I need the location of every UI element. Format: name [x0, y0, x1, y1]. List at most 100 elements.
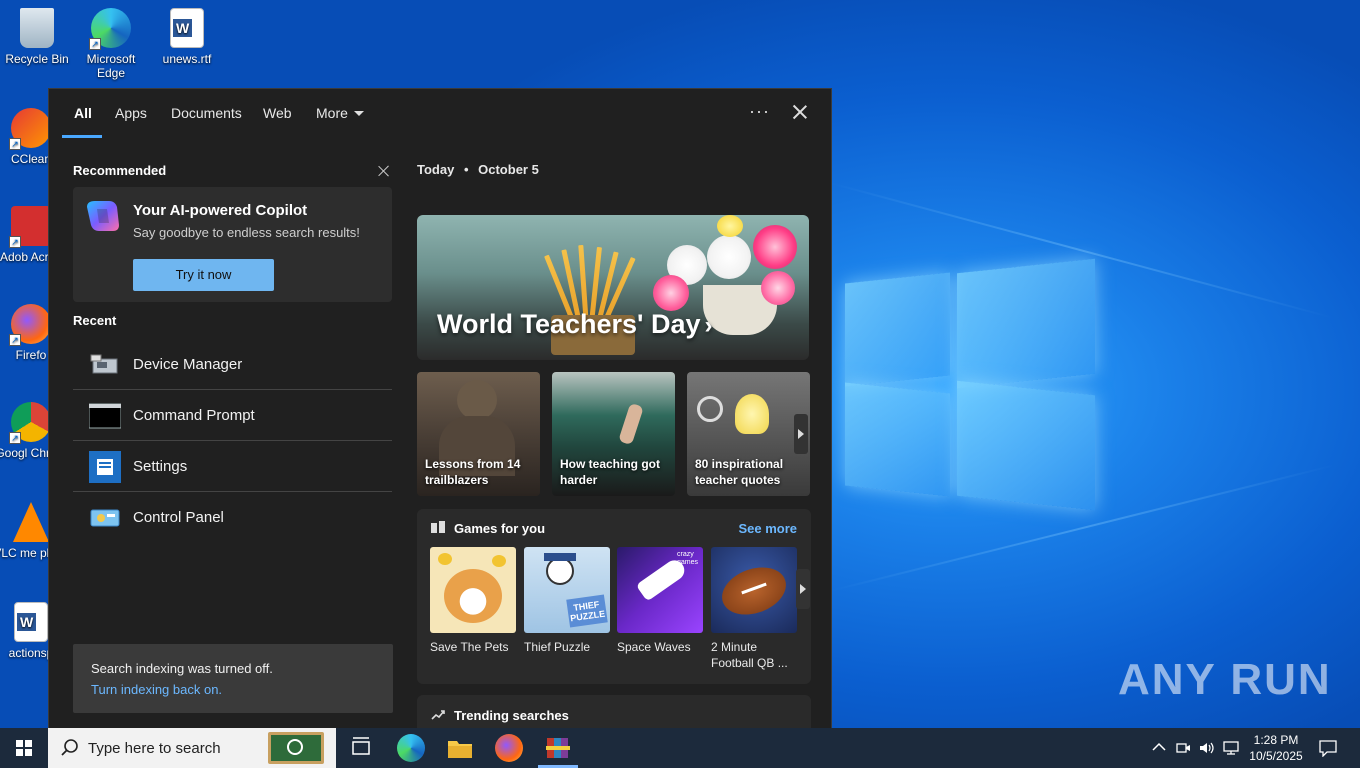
- taskbar-search-box[interactable]: Type here to search: [48, 728, 336, 768]
- cards-next-arrow-icon[interactable]: [794, 414, 808, 454]
- more-options-icon[interactable]: ···: [749, 101, 770, 122]
- recent-item-device-manager[interactable]: Device Manager: [73, 339, 392, 390]
- desktop-icon-label: Recycle Bin: [5, 52, 69, 66]
- game-name: 2 Minute Football QB ...: [711, 640, 788, 670]
- news-card-title: How teaching got harder: [560, 457, 660, 487]
- search-placeholder: Type here to search: [88, 740, 221, 757]
- see-more-link[interactable]: See more: [738, 521, 797, 536]
- recent-item-label: Device Manager: [133, 356, 243, 373]
- hero-title: World Teachers' Day ›: [437, 309, 713, 340]
- game-thumbnail: [711, 547, 797, 633]
- chevron-down-icon: [353, 111, 364, 116]
- game-tile[interactable]: 2 Minute Football QB ...: [711, 547, 797, 671]
- desktop-icon-label: CClean: [10, 152, 52, 166]
- turn-indexing-on-link[interactable]: Turn indexing back on.: [91, 682, 222, 697]
- game-tile[interactable]: crazy games Space Waves: [617, 547, 703, 655]
- network-icon[interactable]: [1222, 740, 1240, 756]
- search-tabs: All Apps Documents Web More ···: [49, 89, 831, 139]
- chalkboard-icon: [268, 732, 324, 764]
- hero-card[interactable]: World Teachers' Day ›: [417, 215, 809, 360]
- recent-item-command-prompt[interactable]: Command Prompt: [73, 390, 392, 441]
- news-cards: Lessons from 14 trailblazers How teachin…: [417, 372, 813, 496]
- game-thumbnail: crazy games: [617, 547, 703, 633]
- recent-item-label: Control Panel: [133, 509, 224, 526]
- trending-section: Trending searches: [417, 695, 811, 728]
- copilot-title: Your AI-powered Copilot: [133, 202, 308, 219]
- meet-now-icon[interactable]: [1175, 740, 1191, 756]
- dismiss-recommended-icon[interactable]: [377, 164, 391, 178]
- crazy-games-logo: crazy games: [677, 551, 699, 566]
- recent-item-settings[interactable]: Settings: [73, 441, 392, 492]
- desktop-icon-label: Microsoft Edge: [86, 52, 136, 80]
- trending-heading: Trending searches: [454, 708, 569, 723]
- edge-taskbar-icon[interactable]: [397, 734, 425, 762]
- news-card[interactable]: Lessons from 14 trailblazers: [417, 372, 540, 496]
- task-view-icon[interactable]: [347, 734, 375, 762]
- firefox-taskbar-icon[interactable]: [495, 734, 523, 762]
- desktop-icon-edge[interactable]: ↗ Microsoft Edge: [72, 8, 150, 80]
- games-next-arrow-icon[interactable]: [796, 569, 810, 609]
- desktop-icon-recycle-bin[interactable]: Recycle Bin: [0, 8, 76, 66]
- system-clock[interactable]: 1:28 PM 10/5/2025: [1244, 732, 1308, 764]
- firefox-icon: ↗: [9, 304, 51, 346]
- active-tab-indicator: [62, 135, 102, 138]
- date-separator: •: [463, 162, 469, 177]
- trending-icon: [431, 710, 445, 720]
- desktop-icon-label: actionsp: [8, 646, 54, 660]
- tab-documents[interactable]: Documents: [171, 105, 242, 121]
- tab-web[interactable]: Web: [263, 105, 292, 121]
- recent-item-label: Settings: [133, 458, 188, 475]
- windows-logo-wallpaper: [845, 258, 1095, 513]
- today-label: Today: [417, 162, 455, 177]
- device-manager-icon: [90, 354, 118, 374]
- try-it-now-button[interactable]: Try it now: [133, 259, 274, 291]
- copilot-card: Your AI-powered Copilot Say goodbye to e…: [73, 187, 392, 302]
- news-card[interactable]: How teaching got harder: [552, 372, 675, 496]
- acrobat-icon: ↗: [9, 206, 51, 248]
- control-panel-icon: [90, 509, 120, 527]
- tab-apps[interactable]: Apps: [115, 105, 147, 121]
- recommended-heading: Recommended: [73, 163, 167, 178]
- clock-date: 10/5/2025: [1249, 749, 1303, 763]
- desktop-icon-unews[interactable]: W unews.rtf: [148, 8, 226, 66]
- games-heading: Games for you: [454, 521, 546, 536]
- command-prompt-icon: [89, 403, 121, 429]
- news-card-title: Lessons from 14 trailblazers: [425, 457, 521, 487]
- tab-more[interactable]: More: [316, 105, 364, 121]
- indexing-message: Search indexing was turned off.: [91, 661, 273, 676]
- close-icon[interactable]: [791, 103, 809, 121]
- game-tile[interactable]: THIEF PUZZLE Thief Puzzle: [524, 547, 610, 655]
- chevron-up-icon[interactable]: [1152, 742, 1166, 752]
- recent-heading: Recent: [73, 313, 117, 328]
- anyrun-watermark: ANY RUN: [1118, 655, 1332, 704]
- game-name: Save The Pets: [430, 640, 509, 654]
- start-button-windows-icon[interactable]: [0, 728, 48, 768]
- indexing-notice: Search indexing was turned off. Turn ind…: [73, 644, 393, 713]
- tab-all[interactable]: All: [74, 105, 92, 121]
- date-label: October 5: [478, 162, 539, 177]
- hero-title-text: World Teachers' Day: [437, 309, 701, 339]
- word-document-icon: W: [170, 8, 204, 48]
- search-panel: All Apps Documents Web More ··· Recommen…: [48, 88, 832, 728]
- game-thumbnail: [430, 547, 516, 633]
- game-tile[interactable]: Save The Pets: [430, 547, 516, 655]
- file-explorer-icon[interactable]: [446, 734, 474, 762]
- settings-icon: [89, 451, 121, 483]
- winrar-icon[interactable]: [544, 734, 572, 762]
- recent-item-control-panel[interactable]: Control Panel: [73, 492, 392, 543]
- tab-more-label: More: [316, 105, 348, 121]
- news-card[interactable]: 80 inspirational teacher quotes: [687, 372, 810, 496]
- clock-time: 1:28 PM: [1253, 733, 1299, 747]
- notifications-icon[interactable]: [1318, 739, 1338, 757]
- chevron-right-icon: ›: [704, 312, 713, 339]
- word-document-icon: W: [14, 602, 48, 642]
- copilot-icon: [87, 201, 119, 231]
- game-name: Space Waves: [617, 640, 691, 654]
- game-thumbnail: THIEF PUZZLE: [524, 547, 610, 633]
- search-icon: [61, 739, 78, 756]
- recent-item-label: Command Prompt: [133, 407, 255, 424]
- desktop-icon-label: unews.rtf: [162, 52, 212, 66]
- games-section: Games for you See more Save The Pets THI…: [417, 509, 811, 684]
- edge-icon: ↗: [89, 8, 131, 50]
- volume-icon[interactable]: [1198, 740, 1216, 756]
